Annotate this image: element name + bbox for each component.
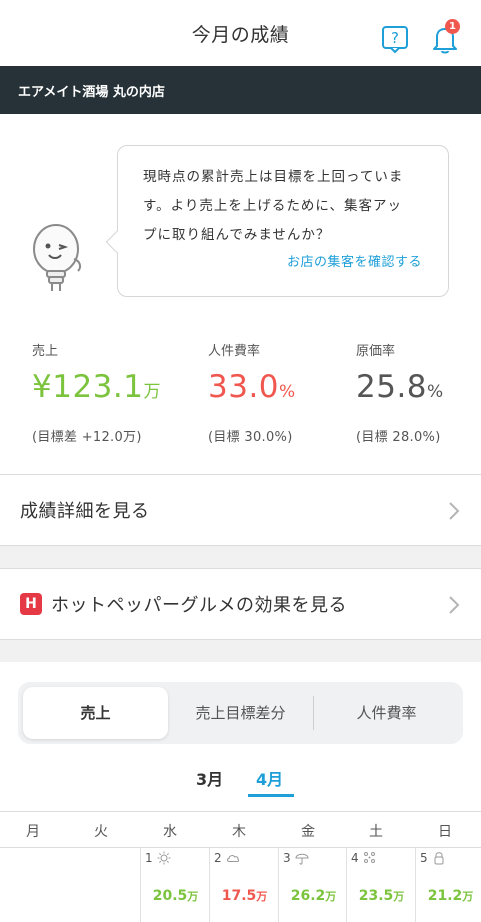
day-sales-value: 20.5万 bbox=[141, 888, 210, 904]
day-number: 1 bbox=[145, 851, 153, 865]
metric-sales-value: ¥123.1万 bbox=[32, 369, 161, 410]
metric-sales: 売上 ¥123.1万 (目標差 +12.0万) bbox=[32, 340, 161, 445]
metric-cost-value: 25.8% bbox=[356, 369, 444, 410]
metric-labor: 人件費率 33.0% (目標 30.0%) bbox=[208, 340, 296, 445]
day-sales-value: 26.2万 bbox=[279, 888, 348, 904]
day-sales-unit: 万 bbox=[325, 890, 337, 903]
segment-control: 売上 売上目標差分 人件費率 bbox=[18, 682, 463, 744]
lightbulb-mascot-icon bbox=[33, 224, 82, 291]
check-customers-link[interactable]: お店の集客を確認する bbox=[287, 251, 422, 270]
month-active-underline bbox=[248, 794, 294, 797]
metric-cost-label: 原価率 bbox=[356, 344, 396, 359]
day-number: 3 bbox=[283, 851, 291, 865]
help-icon[interactable]: ? bbox=[380, 24, 410, 54]
metrics-section: 売上 ¥123.1万 (目標差 +12.0万) 人件費率 33.0% (目標 3… bbox=[0, 314, 481, 474]
metric-sales-label: 売上 bbox=[32, 344, 59, 359]
section-divider bbox=[0, 640, 481, 662]
hotpepper-link-label: ホットペッパーグルメの効果を見る bbox=[51, 595, 347, 616]
day-number: 5 bbox=[420, 851, 428, 865]
metric-labor-target: (目標 30.0%) bbox=[208, 430, 293, 445]
section-divider bbox=[0, 546, 481, 568]
metric-labor-number: 33.0 bbox=[208, 369, 280, 405]
snow-icon bbox=[364, 852, 375, 863]
hotpepper-logo-text: H bbox=[25, 596, 37, 612]
day-sales-number: 17.5 bbox=[221, 888, 257, 904]
notification-badge: 1 bbox=[445, 19, 460, 34]
svg-text:?: ? bbox=[391, 29, 399, 47]
calendar-day-cell[interactable]: 4 23.5万 bbox=[346, 848, 415, 922]
tab-sales[interactable]: 売上 bbox=[23, 687, 168, 739]
metric-labor-unit: % bbox=[279, 382, 296, 402]
metric-sales-unit: 万 bbox=[143, 382, 161, 402]
app-header: 今月の成績 ? 1 bbox=[0, 0, 481, 66]
month-tab-april[interactable]: 4月 bbox=[256, 766, 283, 790]
day-sales-unit: 万 bbox=[462, 890, 474, 903]
day-sales-number: 26.2 bbox=[290, 888, 326, 904]
day-sales-value: 21.2万 bbox=[416, 888, 481, 904]
page-title: 今月の成績 bbox=[191, 23, 290, 46]
tab-labor-rate[interactable]: 人件費率 bbox=[315, 687, 458, 739]
advice-line-3: プに取り組んでみませんか？ bbox=[143, 227, 331, 243]
store-name-bar: エアメイト酒場 丸の内店 bbox=[0, 66, 481, 114]
umbrella-icon bbox=[295, 853, 309, 865]
calendar-day-cell[interactable]: 1 20.5万 bbox=[140, 848, 209, 922]
details-link-row[interactable]: 成績詳細を見る bbox=[0, 474, 481, 546]
day-sales-number: 20.5 bbox=[152, 888, 188, 904]
calendar-week-row: 1 20.5万 2 17.5万 3 26.2万 4 23.5万 5 21.2万 bbox=[0, 848, 481, 922]
tab-divider bbox=[313, 696, 314, 730]
advice-bubble: 現時点の累計売上は目標を上回っていま す。より売上を上げるために、集客アッ プに… bbox=[117, 145, 449, 297]
hotpepper-link-row[interactable]: H ホットペッパーグルメの効果を見る bbox=[0, 568, 481, 640]
weekday-sat: 土 bbox=[369, 824, 383, 840]
month-selector: 3月 4月 bbox=[0, 744, 481, 799]
day-sales-unit: 万 bbox=[393, 890, 405, 903]
day-sales-unit: 万 bbox=[256, 890, 268, 903]
day-sales-unit: 万 bbox=[187, 890, 199, 903]
sun-icon bbox=[157, 851, 171, 865]
day-number: 2 bbox=[214, 851, 222, 865]
advice-line-1: 現時点の累計売上は目標を上回っていま bbox=[143, 169, 404, 185]
month-tab-march[interactable]: 3月 bbox=[196, 766, 223, 790]
metric-cost-unit: % bbox=[427, 382, 444, 402]
metric-labor-label: 人件費率 bbox=[208, 344, 261, 359]
chevron-right-icon bbox=[449, 596, 460, 614]
metric-sales-target: (目標差 +12.0万) bbox=[32, 430, 142, 445]
cloud-icon bbox=[227, 855, 240, 862]
weekday-sun: 日 bbox=[438, 824, 452, 840]
calendar-weekday-header: 月 火 水 木 金 土 日 bbox=[0, 811, 481, 848]
day-number: 4 bbox=[351, 851, 359, 865]
details-link-label: 成績詳細を見る bbox=[20, 501, 150, 522]
day-sales-value: 17.5万 bbox=[210, 888, 279, 904]
chevron-right-icon bbox=[449, 502, 460, 520]
day-sales-number: 23.5 bbox=[358, 888, 394, 904]
advice-line-2: す。より売上を上げるために、集客アッ bbox=[143, 198, 402, 214]
chart-tabs-area: 売上 売上目標差分 人件費率 3月 4月 bbox=[0, 662, 481, 799]
day-sales-value: 23.5万 bbox=[347, 888, 416, 904]
metric-cost: 原価率 25.8% (目標 28.0%) bbox=[356, 340, 444, 445]
metric-sales-number: ¥123.1 bbox=[32, 369, 144, 405]
calendar-day-cell[interactable]: 3 26.2万 bbox=[278, 848, 346, 922]
lock-icon bbox=[434, 852, 444, 865]
tab-sales-target-diff[interactable]: 売上目標差分 bbox=[170, 687, 311, 739]
metric-labor-value: 33.0% bbox=[208, 369, 296, 410]
metric-cost-number: 25.8 bbox=[356, 369, 428, 405]
calendar-day-cell[interactable]: 2 17.5万 bbox=[209, 848, 278, 922]
weekday-wed: 水 bbox=[163, 824, 177, 840]
weekday-mon: 月 bbox=[26, 824, 40, 840]
weekday-thu: 木 bbox=[232, 824, 246, 840]
day-sales-number: 21.2 bbox=[427, 888, 463, 904]
weekday-tue: 火 bbox=[94, 824, 108, 840]
calendar-day-cell[interactable]: 5 21.2万 bbox=[415, 848, 481, 922]
notification-button[interactable]: 1 bbox=[429, 19, 461, 54]
metric-cost-target: (目標 28.0%) bbox=[356, 430, 441, 445]
advice-section: 現時点の累計売上は目標を上回っていま す。より売上を上げるために、集客アッ プに… bbox=[0, 114, 481, 314]
weekday-fri: 金 bbox=[301, 824, 315, 840]
hotpepper-logo-icon: H bbox=[20, 593, 42, 615]
